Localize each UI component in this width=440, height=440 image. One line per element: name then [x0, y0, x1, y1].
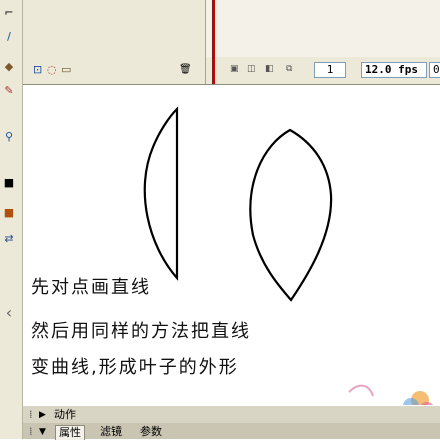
timeline-panel: ⊡ ◌ ▭ 🗑 ▣ ◫ ◧ ⧉ 1 12.0 fps 0.0s: [23, 0, 440, 85]
swap-colors-icon[interactable]: ⇄: [2, 232, 16, 246]
elapsed-time-field: 0.0s: [429, 62, 440, 78]
actions-panel-header[interactable]: ⁞ ▶ 动作: [23, 405, 440, 424]
onion-skin-icon[interactable]: ◫: [247, 63, 256, 76]
note-line-2: 然后用同样的方法把直线: [31, 321, 251, 342]
half-leaf-shape[interactable]: [143, 106, 179, 281]
frame-rate-field[interactable]: 12.0 fps: [361, 62, 427, 78]
tab-properties[interactable]: 属性: [55, 425, 85, 440]
pen-tool-icon[interactable]: /: [2, 30, 16, 44]
stage-canvas[interactable]: 先对点画直线 然后用同样的方法把直线 变曲线,形成叶子的外形: [23, 85, 440, 405]
center-frame-icon[interactable]: ▣: [230, 63, 239, 76]
pencil-tool-icon[interactable]: ✎: [2, 84, 16, 98]
onion-outline-icon[interactable]: ◧: [265, 63, 274, 76]
tab-parameters[interactable]: 参数: [137, 425, 165, 439]
add-layer-icon[interactable]: ⊡: [33, 63, 42, 76]
tab-filters[interactable]: 滤镜: [97, 425, 125, 439]
frame-grid[interactable]: [206, 0, 440, 57]
edit-multiple-frames-icon[interactable]: ⧉: [286, 63, 292, 76]
fill-color-icon[interactable]: ■: [2, 206, 16, 220]
collapse-arrow-icon[interactable]: ▼: [36, 425, 49, 439]
stroke-color-icon[interactable]: ■: [2, 176, 16, 190]
delete-layer-icon[interactable]: 🗑: [179, 63, 192, 76]
note-line-3: 变曲线,形成叶子的外形: [31, 357, 239, 378]
lasso-tool-icon[interactable]: ⌐: [2, 6, 16, 20]
collapse-arrow-icon[interactable]: ‹: [2, 305, 16, 321]
grip-icon: ⁞: [29, 408, 33, 421]
add-folder-icon[interactable]: ▭: [61, 63, 71, 76]
expand-arrow-icon[interactable]: ▶: [36, 408, 49, 422]
grip-icon: ⁞: [29, 425, 33, 438]
actions-label: 动作: [54, 408, 76, 421]
fill-transform-icon[interactable]: ◆: [2, 60, 16, 74]
tools-panel: ⌐ / ◆ ✎ ⚲ ■ ■ ⇄ ‹: [0, 0, 23, 439]
current-frame-field: 1: [314, 62, 346, 78]
add-guide-layer-icon[interactable]: ◌: [47, 63, 57, 76]
properties-panel-header: ⁞ ▼ 属性 滤镜 参数: [23, 423, 440, 440]
zoom-tool-icon[interactable]: ⚲: [2, 130, 16, 144]
full-leaf-shape[interactable]: [249, 128, 333, 302]
note-line-1: 先对点画直线: [31, 277, 151, 298]
